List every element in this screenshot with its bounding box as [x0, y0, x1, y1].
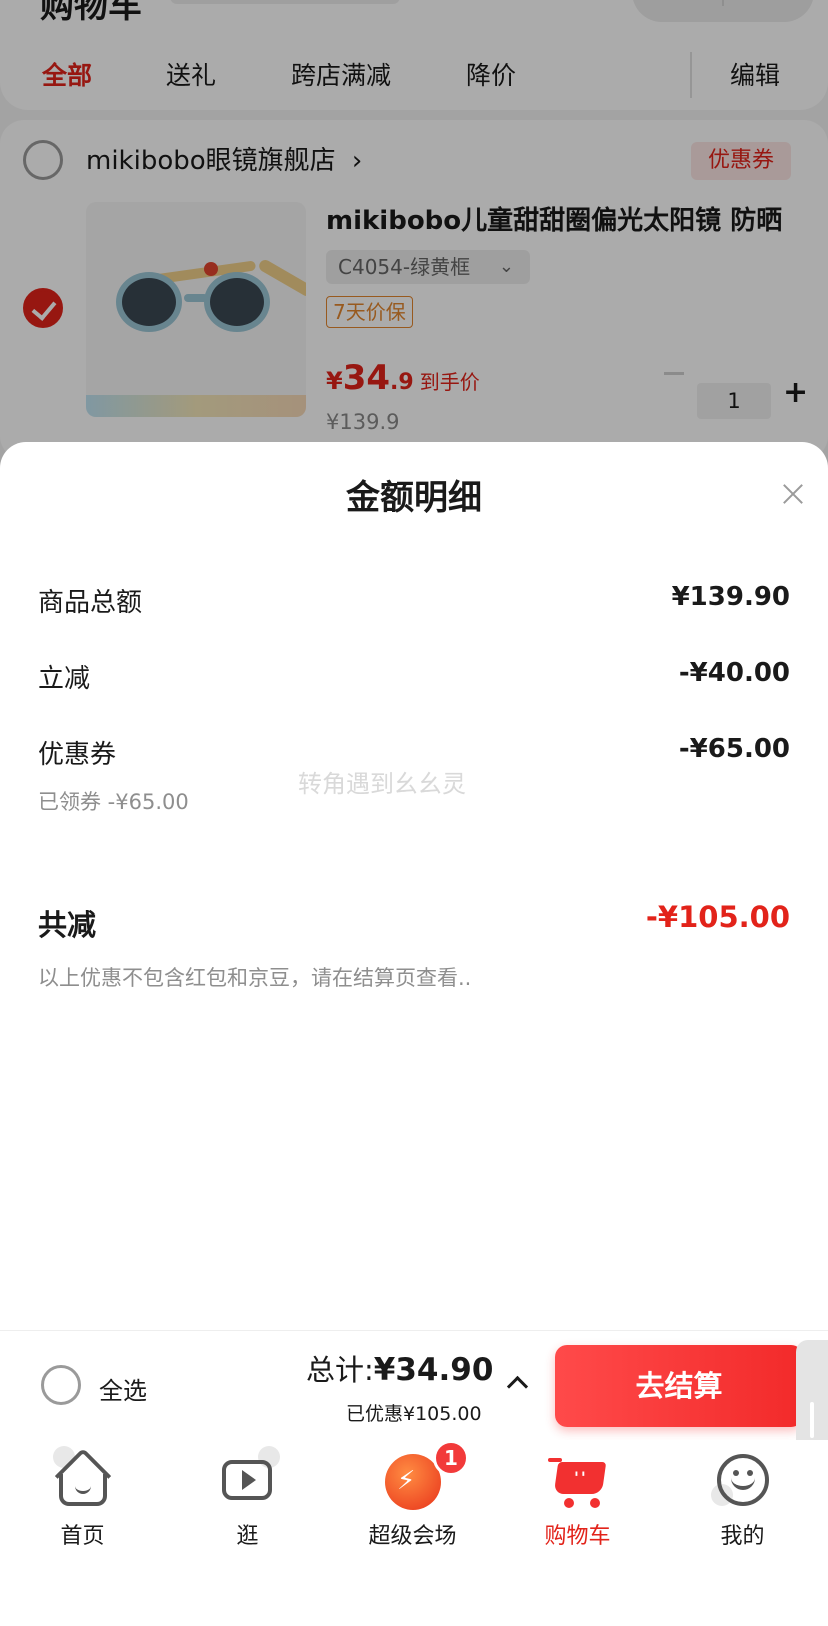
tab-super-event[interactable]: ⚡ 1 超级会场 [330, 1440, 495, 1550]
tab-cart[interactable]: '' 购物车 [495, 1440, 660, 1550]
coupon-value: -¥65.00 [678, 734, 790, 764]
coupon-claimed-note: 已领券 -¥65.00 [38, 790, 189, 814]
play-icon [220, 1446, 280, 1508]
close-icon[interactable] [768, 470, 818, 520]
instant-discount-value: -¥40.00 [678, 658, 790, 688]
chevron-up-icon[interactable] [506, 1371, 528, 1393]
notification-badge: 1 [433, 1440, 469, 1476]
bottom-tab-bar: 首页 逛 ⚡ 1 超级会场 '' 购物车 我的 [0, 1440, 828, 1626]
tab-me-label: 我的 [720, 1524, 765, 1549]
watermark: 转角遇到幺幺灵 [298, 770, 466, 798]
me-icon [711, 1452, 771, 1508]
coupon-label: 优惠券 [38, 740, 117, 770]
subtotal-value: ¥139.90 [671, 582, 790, 612]
home-icon [53, 1446, 112, 1508]
tab-super-event-label: 超级会场 [368, 1524, 457, 1549]
tab-home[interactable]: 首页 [0, 1440, 165, 1550]
select-all-radio[interactable] [41, 1365, 81, 1405]
subtotal-label: 商品总额 [38, 588, 143, 618]
cart-icon: '' [548, 1452, 607, 1508]
total-label: 总计: [306, 1353, 374, 1387]
event-icon: ⚡ 1 [385, 1440, 469, 1510]
sheet-title: 金额明细 [346, 478, 482, 518]
total-discount-label: 共减 [38, 908, 97, 942]
tab-browse[interactable]: 逛 [165, 1440, 330, 1550]
tab-browse-label: 逛 [236, 1524, 259, 1549]
checkout-button[interactable]: 去结算 [555, 1345, 803, 1427]
discount-disclaimer: 以上优惠不包含红包和京豆，请在结算页查看.. [38, 966, 472, 990]
select-all-label[interactable]: 全选 [99, 1371, 147, 1406]
tab-me[interactable]: 我的 [660, 1440, 825, 1550]
checkout-bar: 全选 总计:¥34.90 已优惠¥105.00 去结算 [0, 1330, 828, 1440]
saved-amount[interactable]: 已优惠¥105.00 [346, 1399, 482, 1426]
instant-discount-label: 立减 [38, 664, 91, 694]
total-price[interactable]: 总计:¥34.90 [306, 1347, 493, 1389]
tab-home-label: 首页 [60, 1524, 105, 1549]
tab-cart-label: 购物车 [544, 1524, 611, 1549]
total-amount: ¥34.90 [373, 1352, 494, 1388]
total-discount-value: -¥105.00 [645, 900, 790, 934]
